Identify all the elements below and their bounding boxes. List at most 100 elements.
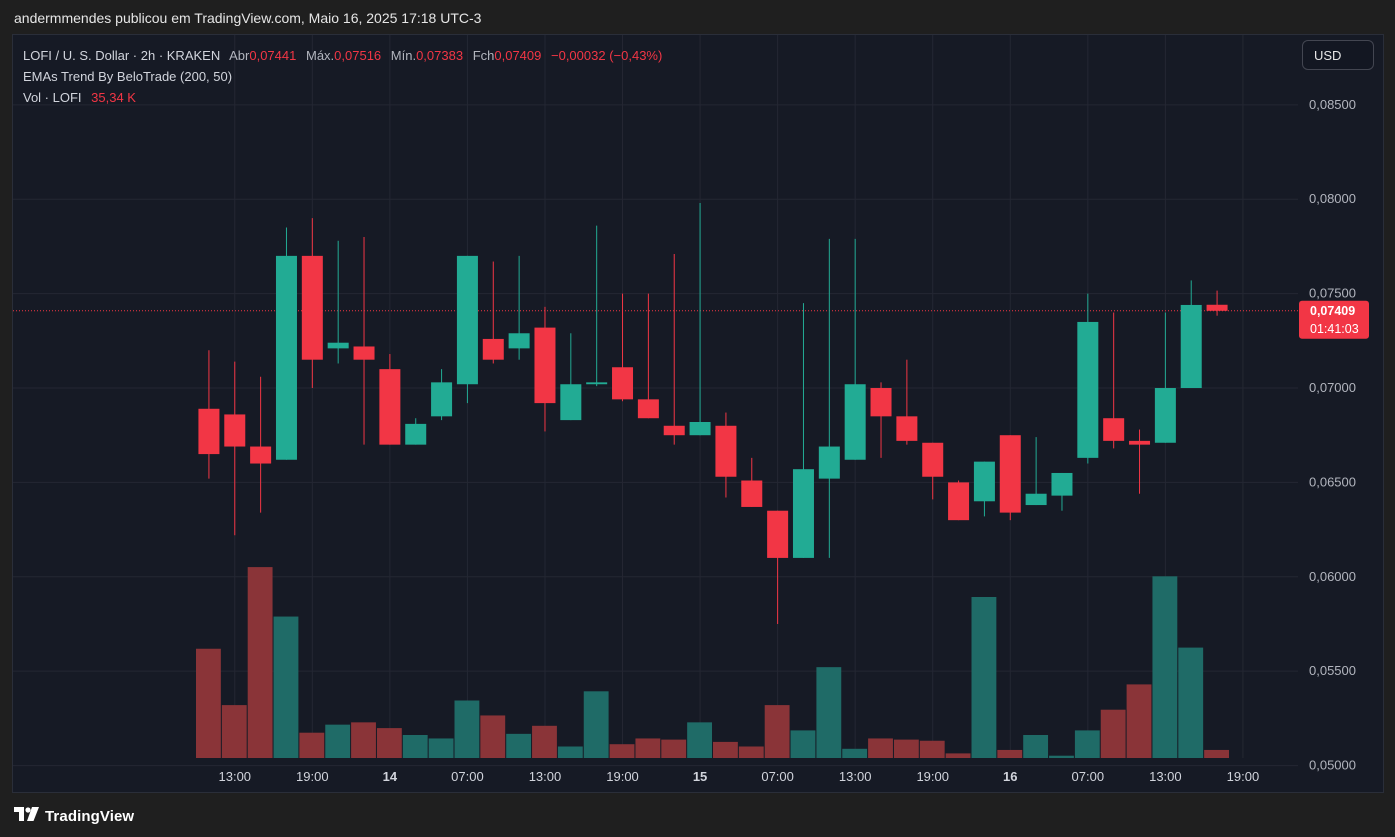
volume-bar [971,597,997,758]
price-tick-label: 0,06500 [1309,474,1356,489]
candle[interactable] [818,238,840,558]
high-value: 0,07516 [334,48,382,63]
candle[interactable] [870,382,892,458]
volume-label[interactable]: Vol · LOFI [23,90,82,105]
time-tick-label: 13:00 [529,769,562,784]
volume-bar [661,739,687,758]
candle[interactable] [405,418,427,445]
price-chart[interactable]: 0,08500 0,08000 0,07500 0,07000 0,06500 0,060… [13,35,1383,792]
candle[interactable] [301,218,323,389]
candle-body [482,338,504,360]
volume-bar [1074,730,1100,758]
candle[interactable] [715,412,737,498]
candle-body [844,384,866,460]
candle-body [612,367,634,400]
time-tick-label: 07:00 [761,769,794,784]
bar-countdown-label: 01:41:03 [1310,322,1359,336]
candle[interactable] [973,461,995,517]
candle[interactable] [637,293,659,419]
low-label: Mín. [390,48,417,63]
chart-pane[interactable]: 0,08500 0,08000 0,07500 0,07000 0,06500 0,060… [12,34,1384,793]
high-label: Máx. [305,48,335,63]
candle[interactable] [1129,429,1151,494]
chart-legend: LOFI / U. S. Dollar · 2h · KRAKEN Abr0,0… [23,45,662,108]
candle[interactable] [792,303,814,558]
candle[interactable] [767,510,789,624]
candle-body [560,384,582,421]
candle[interactable] [1103,312,1125,449]
volume-bar [790,730,816,758]
candle[interactable] [896,359,918,445]
volume-bar [506,733,532,758]
volume-row[interactable]: Vol · LOFI 35,34 K [23,87,662,108]
price-tick-label: 0,05500 [1309,663,1356,678]
last-price-tag: 0,07409 01:41:03 [1299,300,1369,339]
time-tick-label: 07:00 [451,769,484,784]
indicator-title[interactable]: EMAs Trend By BeloTrade (200, 50) [23,69,232,84]
candle[interactable] [534,306,556,432]
open-value: 0,07441 [249,48,297,63]
volume-bar [325,724,351,758]
candle-body [353,346,375,360]
candle[interactable] [1051,472,1073,511]
candle-body [1206,304,1228,311]
candle[interactable] [1154,312,1176,443]
candle[interactable] [1025,437,1047,506]
candle[interactable] [482,261,504,364]
volume-bar [868,738,893,758]
candle[interactable] [508,255,530,360]
candle-body [405,423,427,445]
time-tick-label: 19:00 [606,769,639,784]
indicator-row[interactable]: EMAs Trend By BeloTrade (200, 50) [23,66,662,87]
price-tick-label: 0,05000 [1309,758,1356,773]
candle[interactable] [1206,290,1228,316]
volume-bar [247,567,273,758]
candle-body [1154,388,1176,443]
time-tick-label: 19:00 [296,769,329,784]
volume-bar [635,738,661,758]
candle[interactable] [922,442,944,500]
symbol-title[interactable]: LOFI / U. S. Dollar · 2h · KRAKEN [23,48,220,63]
candle[interactable] [999,435,1021,521]
candle-body [689,421,711,436]
close-value: 0,07409 [494,48,542,63]
change-value: −0,00032 (−0,43%) [551,48,663,63]
candle-body [456,255,478,385]
volume-bar [402,735,428,758]
candle[interactable] [456,255,478,404]
candle[interactable] [327,240,349,364]
volume-bar [842,748,868,758]
candle[interactable] [844,238,866,460]
time-tick-label: 19:00 [916,769,949,784]
candle[interactable] [431,369,453,421]
volume-bar [273,616,299,758]
volume-bar [764,705,790,758]
symbol-row[interactable]: LOFI / U. S. Dollar · 2h · KRAKEN Abr0,0… [23,45,662,66]
currency-button[interactable]: USD [1302,40,1374,70]
last-price-label: 0,07409 [1310,304,1355,318]
candle[interactable] [689,203,711,436]
candle[interactable] [198,350,220,479]
volume-bar [919,740,945,758]
candle[interactable] [353,236,375,445]
time-tick-label: 13:00 [1149,769,1182,784]
candle[interactable] [275,227,297,460]
candle[interactable] [663,253,685,445]
candle[interactable] [586,225,608,387]
candle[interactable] [250,376,272,513]
candle[interactable] [948,480,970,521]
volume-bar [1100,709,1126,758]
candle[interactable] [741,457,763,507]
candle-body [1051,472,1073,496]
tradingview-logo-icon [14,806,40,826]
candle[interactable] [1180,280,1202,389]
volume-bar [428,738,454,758]
publish-line: andermmendes publicou em TradingView.com… [14,10,482,26]
candle[interactable] [612,293,634,402]
candle[interactable] [560,333,582,421]
candle[interactable] [379,354,401,445]
price-axis: 0,08500 0,08000 0,07500 0,07000 0,06500 0,060… [1309,97,1356,773]
candle[interactable] [1077,293,1099,464]
candle-body [250,446,272,464]
candle-body [508,333,530,349]
